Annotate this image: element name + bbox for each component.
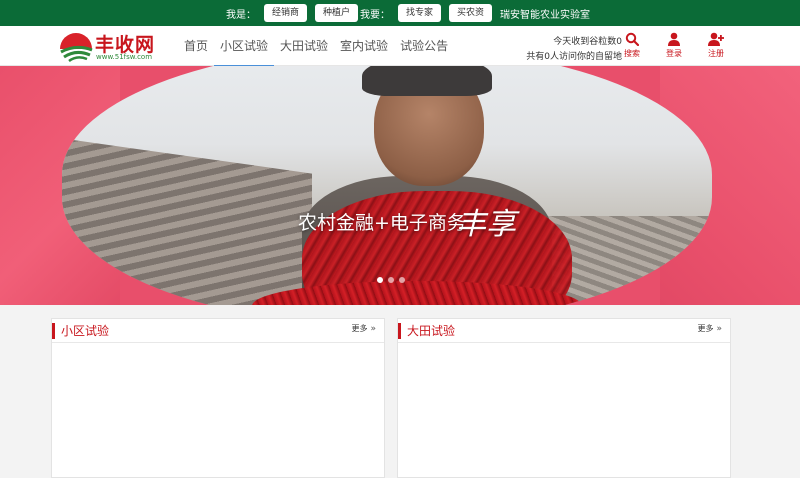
plot-trial-panel: 小区试验 更多» [51,318,385,478]
carousel-dot-3[interactable] [399,277,405,283]
dealer-button[interactable]: 经销商 [264,4,308,22]
search-button[interactable]: 搜索 [620,32,644,59]
user-icon [668,32,680,46]
need-group: 我要： 找专家 买农资 瑞安智能农业实验室 [360,0,590,26]
nav-field-trial[interactable]: 大田试验 [274,26,334,66]
visitor-count-text: 共有0人访问你的自留地 [526,52,622,62]
nav-indoor-trial[interactable]: 室内试验 [334,26,394,66]
user-plus-icon [708,32,724,46]
nav-plot-trial[interactable]: 小区试验 [214,26,275,67]
banner-calligraphy: 丰享 [456,207,516,242]
main-nav: 首页 小区试验 大田试验 室内试验 试验公告 [178,26,454,67]
visit-stats: 今天收到谷粒数0 共有0人访问你的自留地 [526,35,622,65]
roof-left [62,138,312,305]
more-label: 更多 [351,324,368,333]
double-chevron-right-icon: » [716,324,722,334]
double-chevron-right-icon: » [370,324,376,334]
buy-supplies-button[interactable]: 买农资 [449,4,493,22]
search-label: 搜索 [624,49,640,58]
register-button[interactable]: 注册 [704,32,728,59]
login-button[interactable]: 登录 [662,32,686,59]
carousel-dot-2[interactable] [388,277,394,283]
register-label: 注册 [708,49,724,58]
site-header: 丰收网 www.51fsw.com 首页 小区试验 大田试验 室内试验 试验公告… [0,26,800,67]
banner-slogan: 农村金融+电子商务 [298,212,466,234]
nav-home[interactable]: 首页 [178,26,214,66]
hero-banner[interactable]: 农村金融+电子商务 丰享 [0,66,800,305]
logo-mark-icon [60,33,93,63]
grower-button[interactable]: 种植户 [315,4,359,22]
lab-link[interactable]: 瑞安智能农业实验室 [500,6,590,21]
site-logo[interactable]: 丰收网 www.51fsw.com [58,29,168,65]
i-want-label: 我要： [360,9,390,21]
farmer-cap [362,66,492,96]
carousel-dots [377,277,405,283]
i-am-label: 我是： [226,9,256,21]
more-link[interactable]: 更多» [351,323,376,334]
top-bar: 我是： 经销商 种植户 我要： 找专家 买农资 瑞安智能农业实验室 [0,0,800,26]
panel-title: 小区试验 [52,323,109,339]
search-icon [625,32,639,46]
carousel-dot-1[interactable] [377,277,383,283]
panel-title: 大田试验 [398,323,455,339]
logo-url-text: www.51fsw.com [96,53,153,61]
panel-header: 大田试验 更多» [398,319,730,343]
grain-count-text: 今天收到谷粒数0 [553,37,622,47]
nav-trial-notice[interactable]: 试验公告 [394,26,454,66]
header-actions: 搜索 登录 注册 [620,32,728,59]
login-label: 登录 [666,49,682,58]
panel-header: 小区试验 更多» [52,319,384,343]
identity-group: 我是： 经销商 种植户 [226,0,366,26]
find-expert-button[interactable]: 找专家 [398,4,442,22]
more-link[interactable]: 更多» [697,323,722,334]
banner-photo [62,66,712,305]
field-trial-panel: 大田试验 更多» [397,318,731,478]
more-label: 更多 [697,324,714,333]
